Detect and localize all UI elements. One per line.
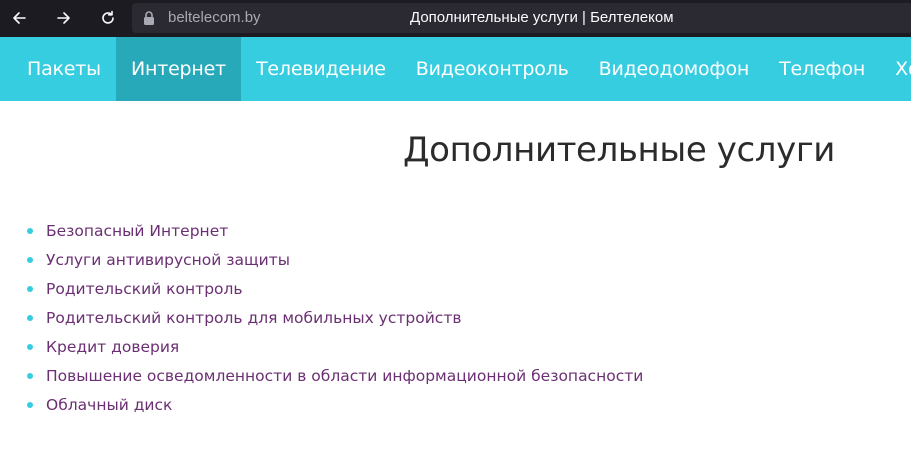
- services-list: Безопасный Интернет Услуги антивирусной з…: [27, 216, 643, 419]
- bullet-icon: [27, 373, 33, 379]
- bullet-icon: [27, 315, 33, 321]
- list-item: Безопасный Интернет: [27, 216, 643, 245]
- nav-item-0[interactable]: Пакеты: [0, 37, 116, 101]
- bullet-icon: [27, 228, 33, 234]
- lock-icon[interactable]: [142, 10, 156, 26]
- nav-item-3[interactable]: Видеоконтроль: [401, 37, 584, 101]
- address-bar[interactable]: beltelecom.by Дополнительные услуги | Бе…: [132, 3, 911, 33]
- list-item: Родительский контроль для мобильных устр…: [27, 303, 643, 332]
- nav-item-1[interactable]: Интернет: [115, 37, 242, 101]
- page-tab-title: Дополнительные услуги | Белтелеком: [410, 9, 674, 26]
- nav-item-4[interactable]: Видеодомофон: [584, 37, 764, 101]
- list-item: Облачный диск: [27, 390, 643, 419]
- bullet-icon: [27, 344, 33, 350]
- nav-item-5[interactable]: Телефон: [764, 37, 880, 101]
- service-link[interactable]: Родительский контроль для мобильных устр…: [46, 309, 462, 327]
- bullet-icon: [27, 286, 33, 292]
- page-title: Дополнительные услуги: [403, 130, 835, 170]
- list-item: Повышение осведомленности в области инфо…: [27, 361, 643, 390]
- list-item: Услуги антивирусной защиты: [27, 245, 643, 274]
- service-link[interactable]: Услуги антивирусной защиты: [46, 251, 290, 269]
- nav-item-6[interactable]: Хостинг: [880, 37, 911, 101]
- bullet-icon: [27, 257, 33, 263]
- service-link[interactable]: Кредит доверия: [46, 338, 179, 356]
- list-item: Родительский контроль: [27, 274, 643, 303]
- bullet-icon: [27, 402, 33, 408]
- forward-arrow-icon[interactable]: [51, 6, 77, 30]
- nav-item-2[interactable]: Телевидение: [241, 37, 401, 101]
- service-link[interactable]: Родительский контроль: [46, 280, 243, 298]
- url-text[interactable]: beltelecom.by: [168, 9, 261, 26]
- browser-toolbar: beltelecom.by Дополнительные услуги | Бе…: [0, 0, 911, 37]
- reload-icon[interactable]: [95, 6, 121, 30]
- service-link[interactable]: Облачный диск: [46, 396, 172, 414]
- list-item: Кредит доверия: [27, 332, 643, 361]
- service-link[interactable]: Повышение осведомленности в области инфо…: [46, 367, 643, 385]
- main-navigation: Пакеты Интернет Телевидение Видеоконтроль Ви…: [0, 37, 911, 101]
- service-link[interactable]: Безопасный Интернет: [46, 222, 228, 240]
- back-arrow-icon[interactable]: [6, 6, 32, 30]
